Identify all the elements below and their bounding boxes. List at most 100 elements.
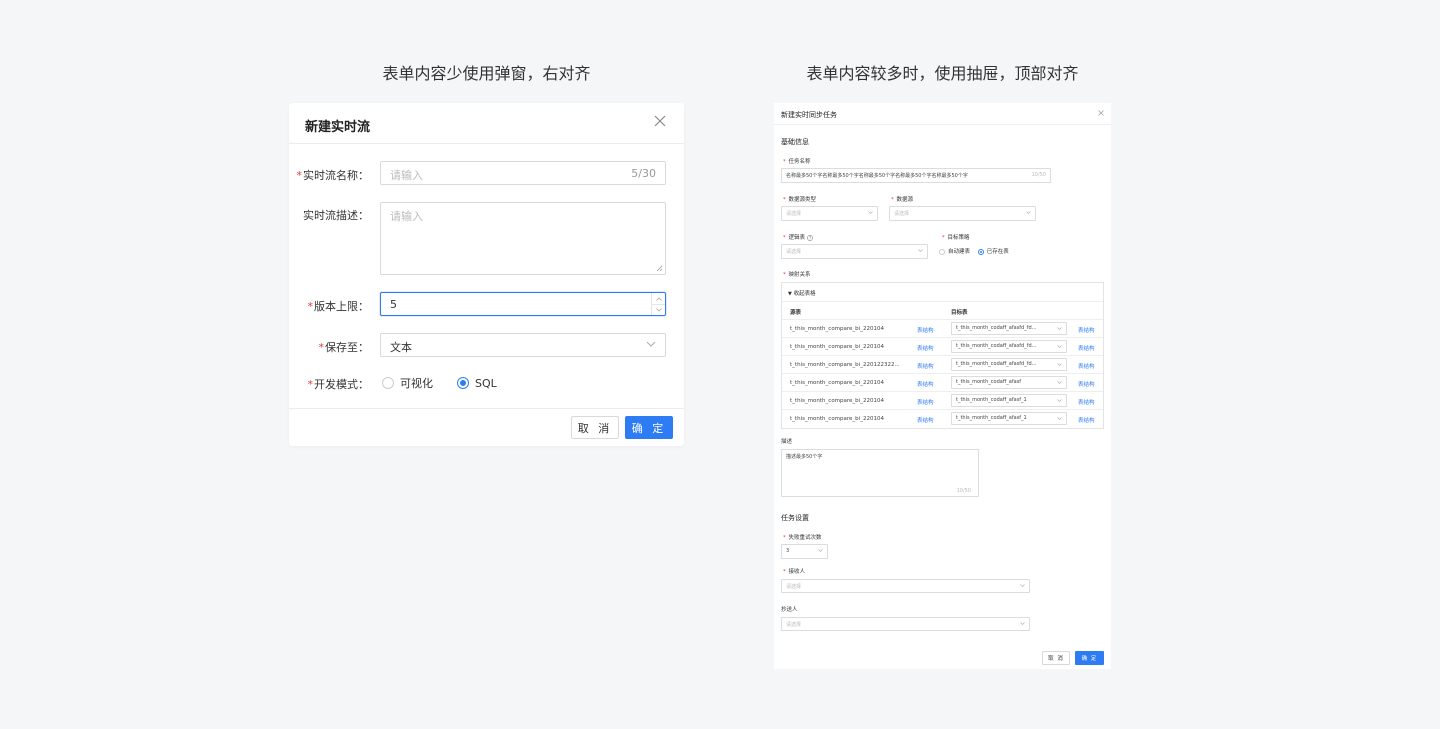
target-schema-link[interactable]: 表结构 bbox=[1078, 326, 1095, 334]
source-schema-link[interactable]: 表结构 bbox=[917, 398, 934, 406]
retry-value: 3 bbox=[786, 548, 790, 554]
receiver-placeholder: 请选择 bbox=[786, 584, 802, 590]
right-caption: 表单内容较多时，使用抽屉，顶部对齐 bbox=[806, 64, 1079, 83]
target-table-select[interactable]: t_this_month_codaff_afasfd_fd... bbox=[951, 340, 1067, 353]
receiver-select[interactable]: 请选择 bbox=[781, 579, 1030, 593]
datasource-type-label: * 数据源类型 bbox=[783, 197, 817, 203]
collapse-label: 收起表格 bbox=[793, 291, 816, 297]
target-table-select[interactable]: t_this_month_codaff_afasf_1 bbox=[951, 394, 1067, 407]
modal-footer: 取 消 确 定 bbox=[289, 408, 684, 446]
source-schema-link[interactable]: 表结构 bbox=[917, 380, 934, 388]
description-value: 描述最多50个字 bbox=[786, 454, 823, 460]
version-value: 5 bbox=[390, 298, 397, 311]
increment-button[interactable] bbox=[652, 293, 665, 304]
radio-existing[interactable]: 已存在表 bbox=[977, 248, 1009, 255]
target-schema-link[interactable]: 表结构 bbox=[1078, 380, 1095, 388]
version-stepper[interactable]: 5 bbox=[380, 292, 666, 316]
target-schema-link[interactable]: 表结构 bbox=[1078, 362, 1095, 370]
chevron-down-icon bbox=[646, 341, 656, 347]
target-schema-link[interactable]: 表结构 bbox=[1078, 344, 1095, 352]
close-icon[interactable] bbox=[654, 115, 666, 127]
datasource-type-placeholder: 请选择 bbox=[786, 211, 802, 217]
mode-radio-group: 可视化 SQL bbox=[382, 375, 497, 391]
target-table-select[interactable]: t_this_month_codaff_afasfd_fd... bbox=[951, 322, 1067, 335]
table-row: t_this_month_compare_bi_220104 表结构 t_this_… bbox=[782, 409, 1103, 427]
drawer-header: 新建实时同步任务 bbox=[774, 103, 1111, 125]
target-strategy-radio-group: 自动建表 已存在表 bbox=[939, 247, 1009, 255]
source-schema-link[interactable]: 表结构 bbox=[917, 416, 934, 424]
source-schema-link[interactable]: 表结构 bbox=[917, 362, 934, 370]
source-schema-link[interactable]: 表结构 bbox=[917, 326, 934, 334]
version-row: *版本上限： 5 bbox=[289, 292, 684, 316]
desc-row: 实时流描述： 请输入 bbox=[289, 202, 684, 275]
description-label: 描述 bbox=[781, 439, 793, 445]
save-to-select[interactable]: 文本 bbox=[380, 333, 666, 357]
datasource-select[interactable]: 请选择 bbox=[889, 206, 1036, 221]
decrement-button[interactable] bbox=[652, 304, 665, 315]
drawer-title: 新建实时同步任务 bbox=[781, 111, 837, 119]
col-target-header: 目标表 bbox=[951, 310, 968, 316]
desc-placeholder: 请输入 bbox=[390, 210, 423, 223]
left-caption: 表单内容少使用弹窗，右对齐 bbox=[382, 64, 591, 83]
drawer-ok-button[interactable]: 确 定 bbox=[1075, 651, 1104, 665]
chevron-down-icon bbox=[1026, 211, 1031, 214]
receiver-label: * 接收人 bbox=[783, 569, 806, 575]
resize-handle-icon[interactable] bbox=[656, 265, 663, 272]
table-row: t_this_month_compare_bi_220104 表结构 t_this_… bbox=[782, 373, 1103, 391]
target-schema-link[interactable]: 表结构 bbox=[1078, 416, 1095, 424]
radio-existing-label: 已存在表 bbox=[986, 249, 1009, 255]
radio-circle-selected bbox=[977, 248, 984, 255]
mode-label: *开发模式： bbox=[307, 378, 370, 391]
drawer-cancel-button[interactable]: 取 消 bbox=[1042, 651, 1070, 665]
help-icon[interactable]: ? bbox=[806, 234, 813, 241]
name-placeholder: 请输入 bbox=[390, 169, 423, 182]
source-schema-link[interactable]: 表结构 bbox=[917, 344, 934, 352]
chevron-down-icon bbox=[818, 549, 823, 552]
source-table-name: t_this_month_compare_bi_220104 bbox=[790, 344, 884, 350]
logic-table-label: * 逻辑表 ? bbox=[783, 234, 813, 241]
task-name-input[interactable]: 名称最多50个字名称最多50个字名称最多50个字名称最多50个字名称最多50个字… bbox=[781, 168, 1051, 183]
collapse-toggle[interactable]: ▼ 收起表格 bbox=[788, 289, 816, 297]
target-table-select[interactable]: t_this_month_codaff_afasf_1 bbox=[951, 412, 1067, 425]
chevron-down-icon bbox=[1057, 327, 1062, 330]
task-name-value: 名称最多50个字名称最多50个字名称最多50个字名称最多50个字名称最多50个字 bbox=[786, 173, 968, 179]
target-table-value: t_this_month_codaff_afasf bbox=[956, 379, 1022, 385]
radio-sql[interactable]: SQL bbox=[457, 377, 497, 390]
ok-button[interactable]: 确 定 bbox=[625, 416, 673, 439]
name-input[interactable]: 请输入 5/30 bbox=[380, 161, 666, 185]
logic-table-select[interactable]: 请选择 bbox=[781, 244, 928, 259]
radio-sql-label: SQL bbox=[475, 376, 497, 390]
source-table-name: t_this_month_compare_bi_220104 bbox=[790, 380, 884, 386]
create-sync-task-drawer: 新建实时同步任务 基础信息 * 任务名称 名称最多50个字名称最多50个字名称最… bbox=[774, 103, 1111, 669]
source-table-name: t_this_month_compare_bi_220122322... bbox=[790, 362, 900, 368]
target-table-select[interactable]: t_this_month_codaff_afasfd_fd... bbox=[951, 358, 1067, 371]
save-to-value: 文本 bbox=[390, 341, 412, 354]
radio-auto-create[interactable]: 自动建表 bbox=[939, 248, 971, 255]
radio-auto-create-label: 自动建表 bbox=[948, 249, 971, 255]
target-table-select[interactable]: t_this_month_codaff_afasf bbox=[951, 376, 1067, 389]
target-table-value: t_this_month_codaff_afasfd_fd... bbox=[956, 343, 1037, 349]
chevron-down-icon bbox=[918, 249, 923, 252]
caret-down-icon: ▼ bbox=[788, 291, 792, 297]
retry-select[interactable]: 3 bbox=[781, 544, 828, 559]
radio-visual[interactable]: 可视化 bbox=[382, 375, 433, 391]
target-schema-link[interactable]: 表结构 bbox=[1078, 398, 1095, 406]
basic-section-title: 基础信息 bbox=[781, 138, 809, 146]
radio-visual-label: 可视化 bbox=[400, 377, 433, 390]
datasource-label: * 数据源 bbox=[891, 197, 914, 203]
task-name-count: 10/50 bbox=[1031, 172, 1046, 178]
cc-select[interactable]: 请选择 bbox=[781, 617, 1030, 631]
description-textarea[interactable]: 描述最多50个字 10/50 bbox=[781, 449, 979, 497]
desc-textarea[interactable]: 请输入 bbox=[380, 202, 666, 275]
chevron-down-icon bbox=[1020, 584, 1025, 587]
radio-circle bbox=[939, 248, 945, 255]
mode-row: *开发模式： 可视化 SQL bbox=[289, 375, 684, 392]
target-strategy-label: * 目标策略 bbox=[942, 235, 970, 241]
cancel-button[interactable]: 取 消 bbox=[571, 416, 619, 439]
svg-text:?: ? bbox=[809, 235, 811, 240]
target-table-value: t_this_month_codaff_afasfd_fd... bbox=[956, 325, 1037, 331]
datasource-type-select[interactable]: 请选择 bbox=[781, 206, 878, 221]
source-table-name: t_this_month_compare_bi_220104 bbox=[790, 416, 884, 422]
mapping-label: * 映射关系 bbox=[783, 272, 811, 278]
close-icon[interactable] bbox=[1098, 110, 1104, 116]
